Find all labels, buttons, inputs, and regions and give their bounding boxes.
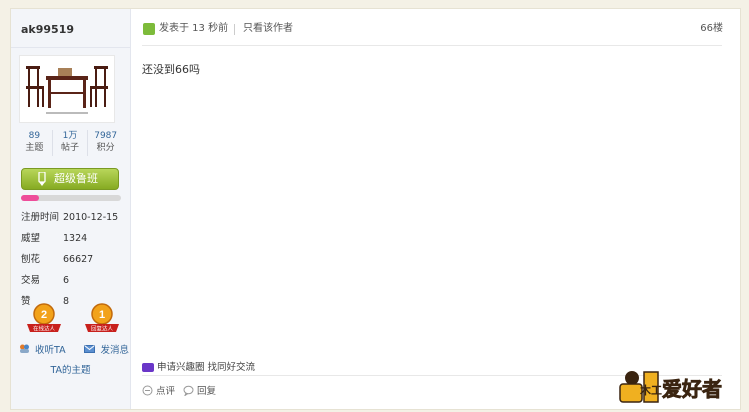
post-header: 发表于 13 秒前 只看该作者 66楼	[143, 19, 723, 39]
post-content: 还没到66吗	[142, 63, 200, 76]
info-row: 威望 1324	[21, 228, 126, 249]
reply-button[interactable]: 回复	[183, 383, 216, 397]
medal-number: 1	[99, 309, 105, 321]
medal-caption: 回复达人	[91, 325, 114, 333]
author-stats: 89 主题 1万 帖子 7987 积分	[17, 130, 123, 156]
medal-online[interactable]: 2 在线达人	[25, 302, 63, 334]
author-sidebar: ak99519 89 主题 1万 帖子 7987 积分 超级鲁班 注册时间 20…	[11, 9, 131, 409]
info-key: 注册时间	[21, 212, 60, 223]
author-actions: 收听TA 发消息	[19, 342, 129, 356]
info-key: 刨花	[21, 254, 41, 265]
pencil-icon	[38, 172, 46, 186]
stat-value: 7987	[94, 131, 118, 141]
only-author-link[interactable]: 只看该作者	[243, 19, 293, 39]
interest-circle-link[interactable]: 申请兴趣圈 找同好交流	[142, 359, 255, 373]
stat-value: 1万	[62, 131, 78, 141]
floor-number[interactable]: 66楼	[700, 19, 723, 39]
medal-reply[interactable]: 1 回复达人	[83, 302, 121, 334]
post-time: 发表于 13 秒前	[159, 23, 229, 34]
rank-label: 超级鲁班	[54, 172, 98, 185]
site-logo[interactable]: 木工 爱好者	[614, 364, 744, 408]
divider	[234, 24, 235, 35]
stat-label: 主题	[25, 143, 44, 153]
stat-value: 89	[28, 131, 41, 141]
avatar[interactable]	[19, 55, 115, 123]
info-row: 刨花 66627	[21, 249, 126, 270]
post-footer: 点评 回复	[142, 383, 216, 397]
logo-text: 爱好者	[662, 377, 722, 401]
info-key: 交易	[21, 275, 41, 286]
medal-number: 2	[41, 309, 47, 321]
reply-label: 回复	[197, 386, 217, 397]
furniture-avatar-image	[20, 56, 114, 122]
message-button[interactable]: 发消息	[84, 342, 129, 356]
user-icon	[143, 23, 155, 35]
follow-icon	[19, 344, 33, 356]
divider	[11, 47, 130, 48]
follow-button[interactable]: 收听TA	[19, 342, 66, 356]
info-value: 66627	[63, 254, 94, 265]
stat-posts[interactable]: 1万 帖子	[53, 130, 89, 156]
comment-label: 点评	[156, 386, 176, 397]
rank-progress-bar	[21, 195, 121, 201]
divider	[142, 45, 722, 46]
rank-badge[interactable]: 超级鲁班	[21, 168, 119, 190]
stat-points[interactable]: 7987 积分	[88, 130, 123, 156]
info-key: 威望	[21, 233, 41, 244]
author-info: 注册时间 2010-12-15 威望 1324 刨花 66627 交易 6 赞 …	[21, 207, 126, 312]
follow-label: 收听TA	[35, 345, 66, 356]
info-row: 注册时间 2010-12-15	[21, 207, 126, 228]
rank-progress-fill	[21, 195, 39, 201]
info-row: 交易 6	[21, 270, 126, 291]
comment-button[interactable]: 点评	[142, 383, 175, 397]
comment-icon	[142, 385, 153, 395]
reply-icon	[183, 385, 194, 396]
medal-caption: 在线达人	[33, 325, 56, 333]
post-frame: ak99519 89 主题 1万 帖子 7987 积分 超级鲁班 注册时间 20…	[10, 8, 741, 410]
message-label: 发消息	[100, 345, 129, 356]
medal-icon: 2 在线达人	[27, 303, 61, 333]
author-name[interactable]: ak99519	[21, 23, 74, 36]
info-value: 6	[63, 275, 70, 286]
logo-prefix: 木工	[639, 383, 662, 397]
interest-icon	[142, 363, 154, 372]
interest-text: 申请兴趣圈 找同好交流	[157, 362, 256, 373]
medals: 2 在线达人 1 回复达人	[25, 302, 121, 336]
envelope-icon	[84, 345, 98, 356]
stat-label: 帖子	[61, 143, 80, 153]
medal-icon: 1 回复达人	[85, 303, 119, 333]
ta-topics-link[interactable]: TA的主题	[11, 362, 130, 376]
stat-label: 积分	[96, 143, 115, 153]
info-value: 1324	[63, 233, 88, 244]
info-value: 2010-12-15	[63, 212, 119, 223]
logo-image: 木工 爱好者	[619, 371, 722, 403]
stat-topics[interactable]: 89 主题	[17, 130, 53, 156]
